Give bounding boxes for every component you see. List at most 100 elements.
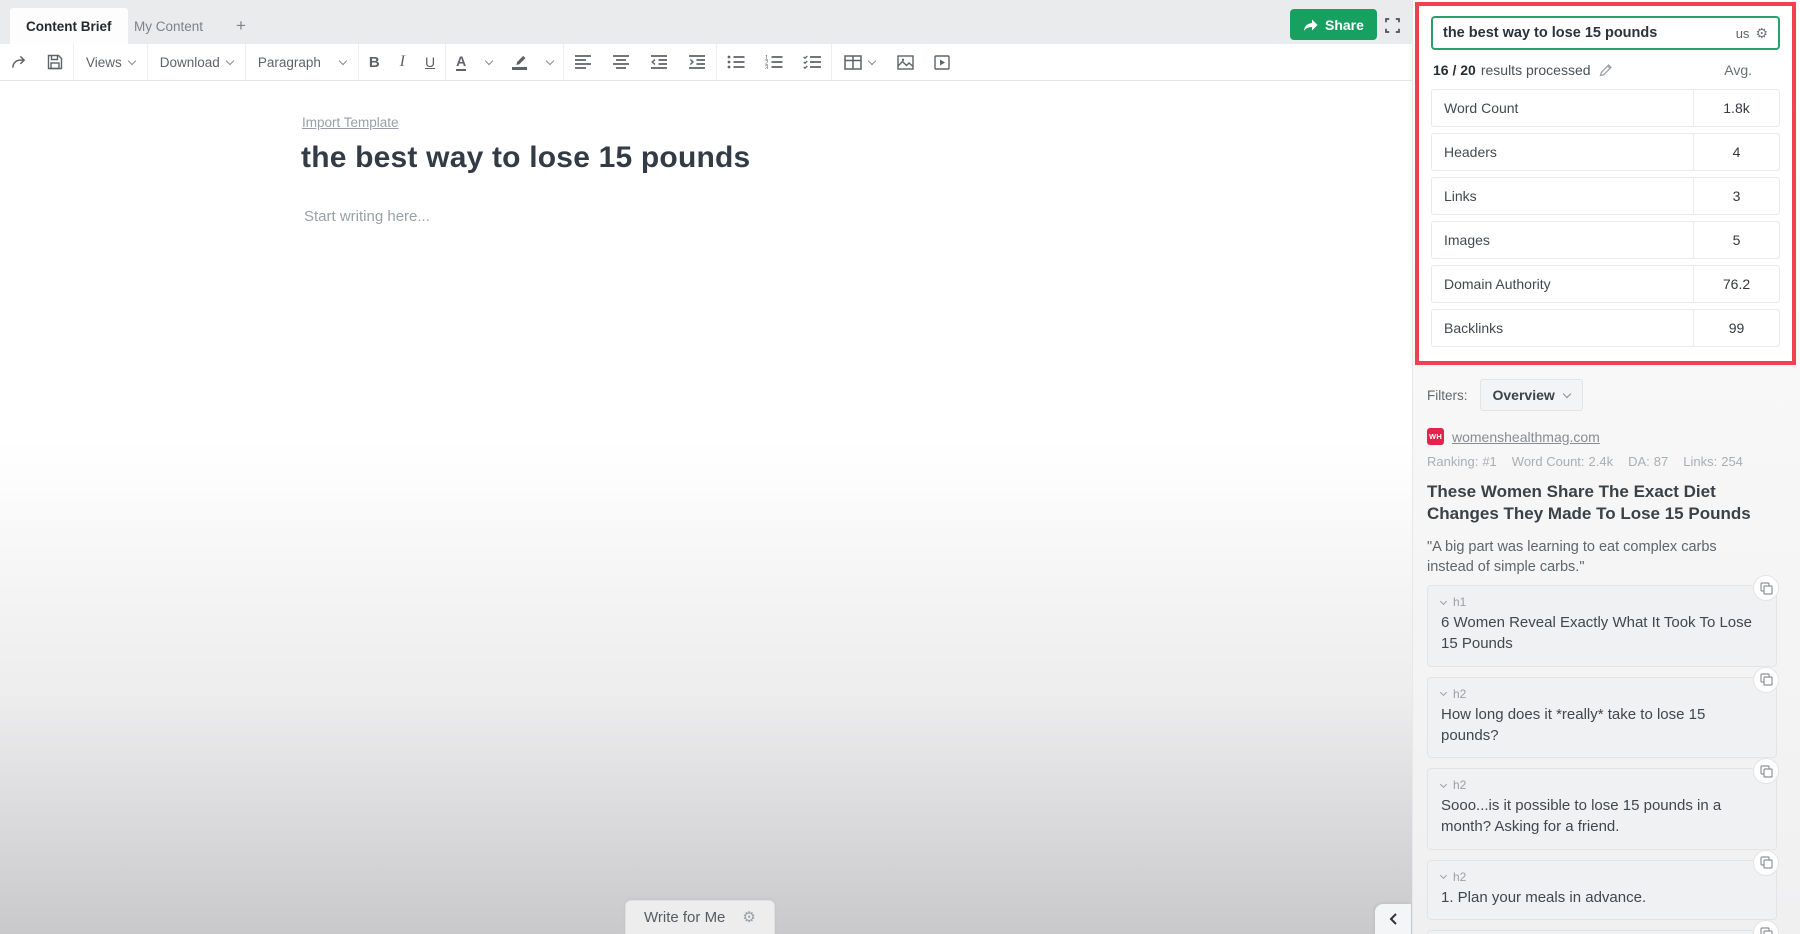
share-icon (1303, 18, 1318, 32)
heading-tag-row[interactable]: h1 (1441, 595, 1763, 609)
chevron-down-icon (546, 56, 554, 64)
filters-label: Filters: (1427, 388, 1468, 403)
editor-placeholder[interactable]: Start writing here... (304, 208, 430, 225)
heading-tag-row[interactable]: h2 (1441, 687, 1763, 701)
download-dropdown[interactable]: Download (148, 44, 245, 80)
svg-text:3: 3 (765, 65, 769, 69)
result-domain-link[interactable]: womenshealthmag.com (1452, 429, 1600, 445)
highlighter-icon (512, 54, 527, 70)
result-title[interactable]: These Women Share The Exact Diet Changes… (1427, 481, 1767, 526)
result-snippet: "A big part was learning to eat complex … (1427, 537, 1762, 577)
chevron-down-icon (339, 56, 347, 64)
heading-tag-row[interactable]: h2 (1441, 870, 1763, 884)
text-color-dropdown[interactable] (476, 44, 502, 80)
region-label: us (1736, 26, 1750, 41)
fullscreen-icon[interactable] (1382, 15, 1402, 35)
heading-card[interactable]: h2 How long does it *really* take to los… (1427, 677, 1777, 759)
write-for-me-button[interactable]: Write for Me ⚙ (625, 900, 775, 934)
editor-pane: Content Brief My Content + Share Views D… (0, 0, 1412, 934)
bullet-list-button[interactable] (717, 44, 755, 80)
copy-icon[interactable] (1753, 758, 1779, 784)
filter-dropdown[interactable]: Overview (1480, 379, 1583, 411)
tab-my-content[interactable]: My Content (118, 8, 219, 44)
stat-value: 1.8k (1693, 90, 1779, 126)
heading-cards-list: h1 6 Women Reveal Exactly What It Took T… (1427, 585, 1777, 934)
text-color-icon: A (456, 53, 466, 71)
views-dropdown[interactable]: Views (74, 44, 147, 80)
heading-text: 1. Plan your meals in advance. (1441, 887, 1756, 908)
meta-value: 87 (1654, 454, 1668, 469)
import-template-link[interactable]: Import Template (302, 115, 399, 130)
copy-icon[interactable] (1753, 575, 1779, 601)
highlight-dropdown[interactable] (537, 44, 563, 80)
stat-row-images: Images 5 (1431, 221, 1780, 259)
heading-card[interactable]: h2 1. Plan your meals in advance. (1427, 860, 1777, 920)
stat-value: 5 (1693, 222, 1779, 258)
result-meta-row: Ranking:#1 Word Count:2.4k DA:87 Links:2… (1427, 454, 1777, 469)
bold-icon: B (369, 54, 380, 71)
text-color-button[interactable]: A (446, 44, 476, 80)
share-label: Share (1325, 17, 1364, 33)
heading-tag: h2 (1453, 870, 1466, 884)
add-tab-button[interactable]: + (228, 8, 254, 44)
copy-icon[interactable] (1753, 667, 1779, 693)
chevron-down-icon (226, 56, 234, 64)
paragraph-label: Paragraph (258, 55, 321, 70)
filters-row: Filters: Overview (1427, 379, 1583, 411)
stat-value: 4 (1693, 134, 1779, 170)
outdent-button[interactable] (640, 44, 678, 80)
heading-card[interactable]: h1 6 Women Reveal Exactly What It Took T… (1427, 585, 1777, 667)
stat-label: Word Count (1432, 90, 1693, 126)
heading-card[interactable]: h2 2. Limit your alcohol intake. (1427, 930, 1777, 934)
insert-video-button[interactable] (924, 44, 960, 80)
write-for-me-label: Write for Me (644, 909, 725, 926)
processed-text: results processed (1481, 62, 1591, 78)
search-settings-gear-icon[interactable]: ⚙ (1755, 26, 1768, 40)
align-left-button[interactable] (564, 44, 602, 80)
document-canvas[interactable]: Import Template the best way to lose 15 … (0, 81, 1412, 934)
chevron-down-icon (1440, 689, 1447, 696)
meta-label: Word Count: (1512, 454, 1585, 469)
numbered-list-button[interactable]: 123 (755, 44, 793, 80)
formatting-toolbar: Views Download Paragraph B I U A (0, 44, 1412, 81)
stat-value: 76.2 (1693, 266, 1779, 302)
collapse-sidebar-button[interactable] (1375, 904, 1411, 934)
search-query-input[interactable]: the best way to lose 15 pounds us ⚙ (1431, 16, 1780, 50)
chevron-down-icon (1563, 389, 1571, 397)
save-button[interactable] (37, 44, 73, 80)
heading-card[interactable]: h2 Sooo...is it possible to lose 15 poun… (1427, 768, 1777, 850)
meta-label: Links: (1683, 454, 1717, 469)
italic-button[interactable]: I (390, 44, 415, 80)
bold-button[interactable]: B (359, 44, 390, 80)
chevron-down-icon (1440, 781, 1447, 788)
insert-table-dropdown[interactable] (832, 44, 887, 80)
chevron-down-icon (1440, 597, 1447, 604)
heading-tag-row[interactable]: h2 (1441, 778, 1763, 792)
copy-icon[interactable] (1753, 850, 1779, 876)
gear-icon[interactable]: ⚙ (742, 910, 755, 925)
edit-pencil-icon[interactable] (1599, 63, 1613, 77)
processed-count: 16 / 20 (1433, 62, 1476, 78)
copy-icon[interactable] (1753, 920, 1779, 934)
meta-value: 254 (1721, 454, 1743, 469)
views-label: Views (86, 55, 122, 70)
stat-label: Links (1432, 178, 1693, 214)
indent-button[interactable] (678, 44, 716, 80)
tab-content-brief[interactable]: Content Brief (10, 8, 128, 44)
search-query-text: the best way to lose 15 pounds (1443, 25, 1730, 41)
heading-text: Sooo...is it possible to lose 15 pounds … (1441, 795, 1756, 838)
highlight-button[interactable] (502, 44, 537, 80)
filter-selected-value: Overview (1493, 387, 1555, 403)
underline-button[interactable]: U (415, 44, 445, 80)
heading-text: 6 Women Reveal Exactly What It Took To L… (1441, 612, 1756, 655)
document-title[interactable]: the best way to lose 15 pounds (301, 141, 750, 175)
checklist-button[interactable] (793, 44, 831, 80)
download-label: Download (160, 55, 220, 70)
redo-button[interactable] (0, 44, 37, 80)
align-center-button[interactable] (602, 44, 640, 80)
paragraph-style-dropdown[interactable]: Paragraph (246, 44, 358, 80)
search-result: WH womenshealthmag.com Ranking:#1 Word C… (1427, 428, 1777, 577)
chevron-down-icon (128, 56, 136, 64)
insert-image-button[interactable] (887, 44, 924, 80)
share-button[interactable]: Share (1290, 9, 1377, 40)
